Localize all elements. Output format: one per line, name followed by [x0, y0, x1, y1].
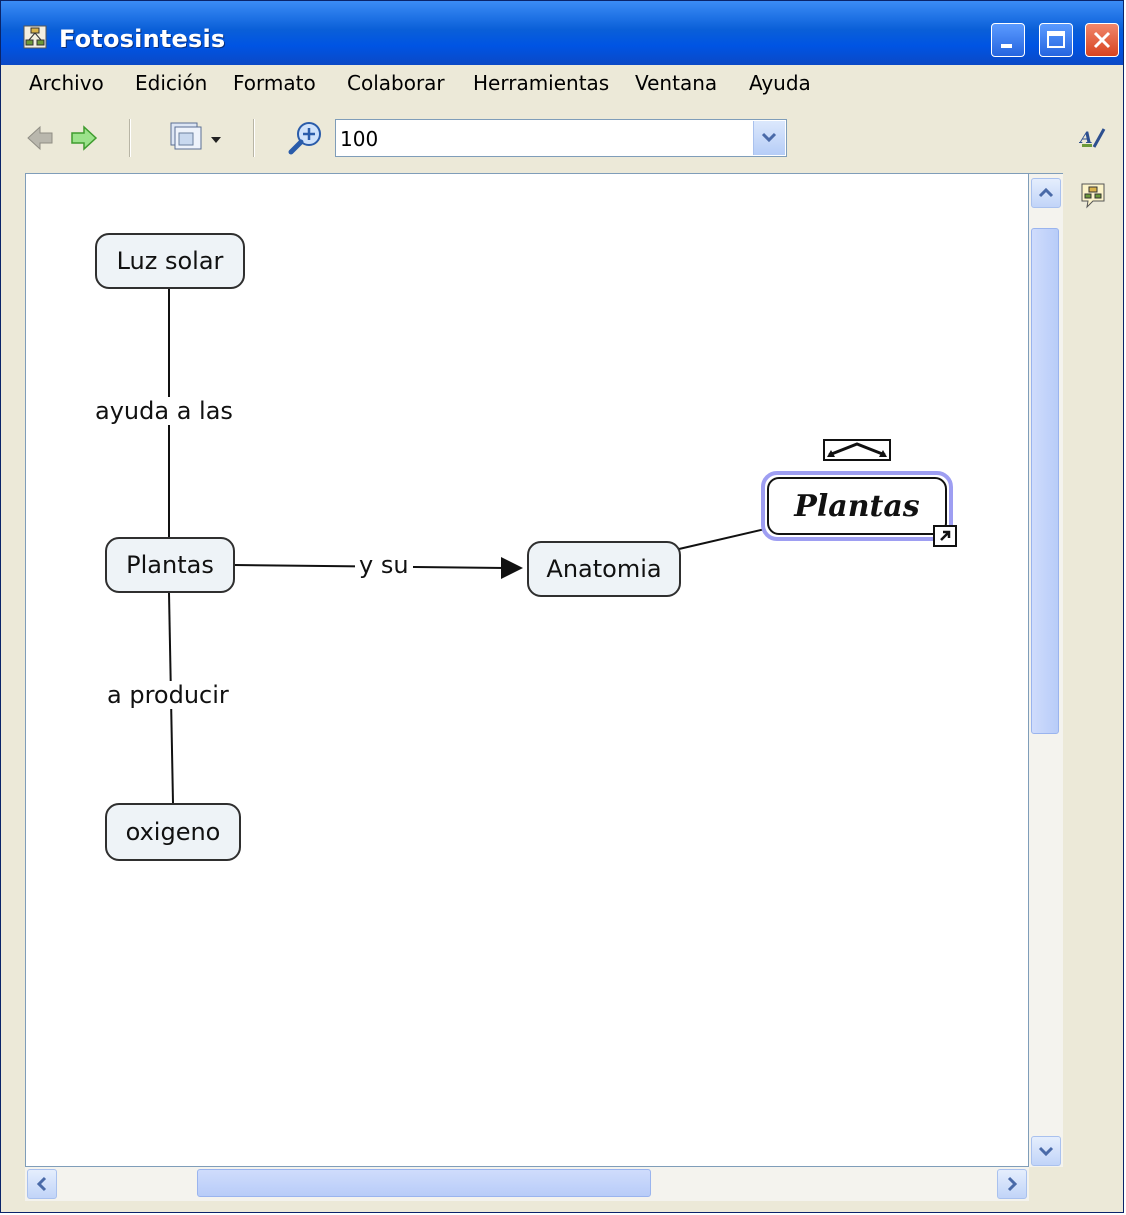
nested-link-badge[interactable]	[933, 525, 957, 547]
resize-arrows-icon	[827, 442, 887, 457]
shortcut-arrow-icon	[940, 530, 951, 541]
scroll-right-button[interactable]	[997, 1169, 1027, 1199]
vertical-scrollbar[interactable]	[1029, 173, 1063, 1167]
chevron-down-icon	[1038, 1146, 1054, 1157]
link-line-anatomia-plantas	[678, 528, 766, 550]
scroll-left-button[interactable]	[27, 1169, 57, 1199]
horizontal-scroll-thumb[interactable]	[197, 1169, 651, 1197]
concept-anatomia[interactable]: Anatomia	[527, 541, 681, 597]
resize-handle[interactable]	[823, 439, 891, 461]
connection-lines	[168, 287, 766, 804]
app-window: Fotosintesis Archivo Edición Formato Col…	[0, 0, 1124, 1213]
link-label-y-su[interactable]: y su	[355, 551, 413, 579]
link-label-producir[interactable]: a producir	[103, 681, 233, 709]
chevron-left-icon	[36, 1176, 47, 1192]
arrowhead	[501, 557, 523, 579]
horizontal-scrollbar[interactable]	[25, 1167, 1029, 1201]
scroll-down-button[interactable]	[1031, 1136, 1061, 1166]
chevron-up-icon	[1038, 187, 1054, 198]
concept-oxigeno[interactable]: oxigeno	[105, 803, 241, 861]
scrollbar-corner	[1029, 1167, 1063, 1201]
concept-luz-solar[interactable]: Luz solar	[95, 233, 245, 289]
selected-concept-plantas[interactable]: Plantas	[761, 471, 953, 541]
vertical-scroll-thumb[interactable]	[1031, 228, 1059, 734]
selected-concept-label: Plantas	[767, 477, 947, 535]
concept-plantas[interactable]: Plantas	[105, 537, 235, 593]
scroll-up-button[interactable]	[1031, 178, 1061, 208]
link-label-ayuda[interactable]: ayuda a las	[91, 397, 237, 425]
chevron-right-icon	[1007, 1176, 1018, 1192]
